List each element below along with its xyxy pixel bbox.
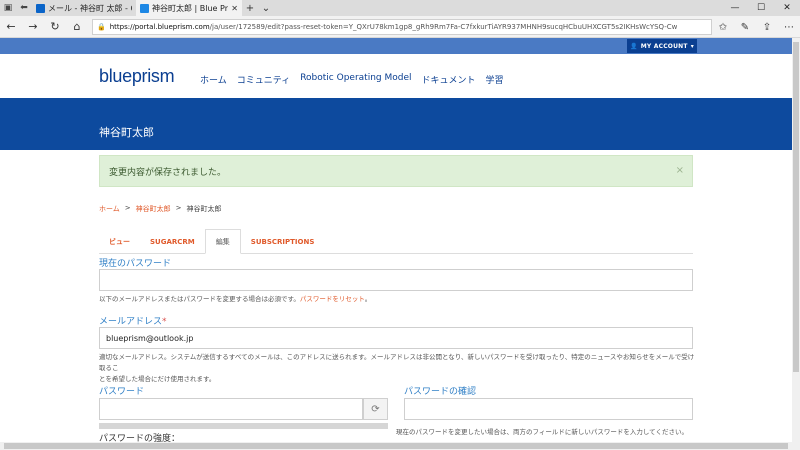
breadcrumb-separator: > [175, 204, 182, 212]
page-title: 神谷町太郎 [99, 126, 154, 139]
new-tab-icon[interactable]: + [242, 0, 258, 16]
vertical-scrollbar[interactable] [792, 38, 800, 442]
favorites-hub-icon[interactable]: ✩ [712, 16, 734, 38]
blueprism-logo[interactable]: blueprism [99, 66, 175, 87]
breadcrumb-separator: > [124, 204, 131, 212]
address-toolbar: ← → ↻ ⌂ 🔒 https://portal.blueprism.com/j… [0, 16, 800, 49]
my-account-label: MY ACCOUNT [640, 42, 688, 50]
close-window-icon[interactable]: ✕ [774, 0, 800, 16]
toolbar-right: ✩ ✎ ⇪ ⋯ [712, 16, 800, 38]
forward-icon[interactable]: → [22, 16, 44, 38]
url-host: https://portal.blueprism.com [109, 23, 210, 31]
blueprism-favicon-icon [140, 3, 149, 13]
horizontal-scrollbar[interactable] [0, 442, 800, 450]
main-nav: ホーム コミュニティ Robotic Operating Model ドキュメン… [200, 73, 504, 86]
browser-tab-bar: ▣ ⬅ メール - 神谷町 太郎 - Outloo 神谷町太郎 | Blue P… [0, 0, 800, 16]
email-help: 適切なメールアドレス。システムが送信するすべてのメールは、このアドレスに送られま… [99, 352, 699, 385]
window-controls: — ☐ ✕ [722, 0, 800, 16]
user-icon: 👤 [630, 42, 638, 50]
caret-down-icon: ▾ [690, 42, 694, 50]
email-label-text: メールアドレス [99, 317, 163, 327]
my-account-button[interactable]: 👤 MY ACCOUNT ▾ [627, 39, 697, 53]
status-message-text: 変更内容が保存されました。 [109, 167, 227, 178]
current-password-input[interactable] [99, 269, 693, 291]
back-icon[interactable]: ← [0, 16, 22, 38]
tab-manager-icon[interactable]: ▣ [0, 0, 16, 16]
url-text: https://portal.blueprism.com/ja/user/172… [110, 23, 678, 31]
tab-title: メール - 神谷町 太郎 - Outloo [48, 3, 132, 13]
tab-edit[interactable]: 編集 [204, 229, 241, 254]
nav-documents[interactable]: ドキュメント [422, 73, 476, 86]
breadcrumb-home[interactable]: ホーム [99, 204, 120, 214]
user-tabs: ビュー SUGARCRM 編集 SUBSCRIPTIONS [99, 229, 693, 254]
close-tab-icon[interactable]: ✕ [231, 4, 238, 13]
share-icon[interactable]: ⇪ [756, 16, 778, 38]
email-label: メールアドレス* [99, 314, 167, 327]
nav-home[interactable]: ホーム [200, 73, 227, 86]
more-icon[interactable]: ⋯ [778, 16, 800, 38]
reset-password-link[interactable]: パスワードをリセット [300, 295, 365, 303]
url-input[interactable]: 🔒 https://portal.blueprism.com/ja/user/1… [92, 19, 712, 35]
tab-view[interactable]: ビュー [99, 229, 140, 254]
refresh-icon[interactable]: ⟳ [363, 398, 388, 420]
password-confirm-help: 現在のパスワードを変更したい場合は、両方のフィールドに新しいパスワードを入力して… [396, 428, 688, 436]
top-account-strip: 👤 MY ACCOUNT ▾ [0, 38, 792, 54]
password-strength-bar [99, 423, 388, 429]
browser-tab-outlook[interactable]: メール - 神谷町 太郎 - Outloo [32, 0, 136, 16]
site-header: blueprism ホーム コミュニティ Robotic Operating M… [0, 54, 792, 98]
scrollbar-thumb[interactable] [4, 443, 788, 449]
chevron-down-icon[interactable]: ⌄ [258, 0, 274, 16]
nav-learning[interactable]: 学習 [486, 73, 504, 86]
home-icon[interactable]: ⌂ [66, 16, 88, 38]
tab-sugarcrm[interactable]: SUGARCRM [140, 229, 205, 254]
web-page: 👤 MY ACCOUNT ▾ blueprism ホーム コミュニティ Robo… [0, 38, 792, 442]
maximize-icon[interactable]: ☐ [748, 0, 774, 16]
tab-back-icon[interactable]: ⬅ [16, 0, 32, 16]
status-message: 変更内容が保存されました。 × [99, 155, 693, 187]
email-help-line-1: 適切なメールアドレス。システムが送信するすべてのメールは、このアドレスに送られま… [99, 353, 695, 372]
nav-rom[interactable]: Robotic Operating Model [300, 73, 411, 86]
nav-community[interactable]: コミュニティ [237, 73, 290, 86]
current-password-help-text: 以下のメールアドレスまたはパスワードを変更する場合は必須です。 [99, 295, 300, 303]
outlook-favicon-icon [36, 3, 45, 13]
password-strength-label: パスワードの強度： [99, 434, 181, 442]
tab-title: 神谷町太郎 | Blue Prism [152, 3, 228, 13]
tab-subscriptions[interactable]: SUBSCRIPTIONS [241, 229, 325, 254]
breadcrumb-current: 神谷町太郎 [186, 205, 222, 213]
scrollbar-thumb[interactable] [793, 42, 799, 372]
breadcrumb: ホーム > 神谷町太郎 > 神谷町太郎 [99, 204, 222, 214]
minimize-icon[interactable]: — [722, 0, 748, 16]
email-input[interactable]: blueprism@outlook.jp [99, 327, 693, 349]
close-icon[interactable]: × [676, 165, 684, 176]
password-confirm-label: パスワードの確認 [404, 387, 477, 397]
email-help-line-2: とを希望した場合にだけ使用されます。 [99, 375, 216, 383]
url-path: /ja/user/172589/edit?pass-reset-token=Y_… [209, 23, 678, 31]
password-input[interactable] [99, 398, 363, 420]
browser-tab-blueprism[interactable]: 神谷町太郎 | Blue Prism ✕ [136, 0, 242, 16]
page-title-banner: 神谷町太郎 [0, 98, 792, 150]
current-password-label: 現在のパスワード [99, 259, 172, 269]
help-period: 。 [364, 295, 372, 303]
password-label: パスワード [99, 387, 145, 397]
current-password-help: 以下のメールアドレスまたはパスワードを変更する場合は必須です。パスワードをリセッ… [99, 294, 371, 305]
lock-icon: 🔒 [97, 23, 106, 31]
required-mark: * [162, 317, 167, 327]
pen-icon[interactable]: ✎ [734, 16, 756, 38]
password-confirm-input[interactable] [404, 398, 693, 420]
breadcrumb-user[interactable]: 神谷町太郎 [136, 204, 171, 214]
refresh-icon[interactable]: ↻ [44, 16, 66, 38]
